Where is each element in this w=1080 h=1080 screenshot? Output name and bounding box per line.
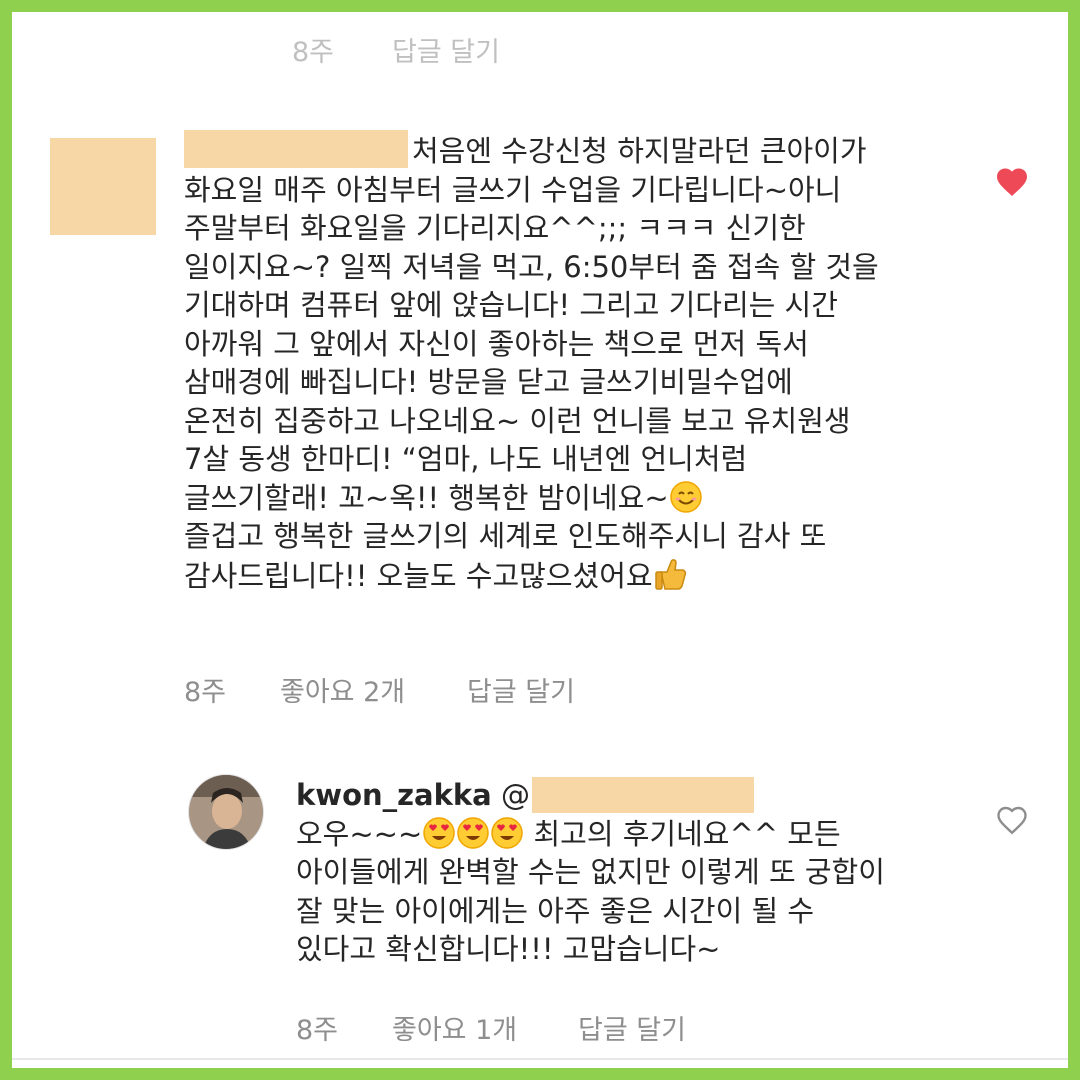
comment-line-4: 일이지요~? 일찍 저녁을 먹고, 6:50부터 줌 접속 할 것을 bbox=[184, 249, 879, 284]
reply-line-4: 있다고 확신합니다!!! 고맙습니다~ bbox=[296, 932, 721, 966]
comment-reply-link[interactable]: 답글 달기 bbox=[467, 670, 575, 709]
reply-line-1-end: 최고의 후기네요^^ 모든 bbox=[533, 816, 841, 851]
commenter-avatar-redacted[interactable] bbox=[50, 138, 156, 235]
comment-line-1: 처음엔 수강신청 하지말라던 큰아이가 bbox=[412, 134, 867, 168]
screenshot-frame: 8주 답글 달기 처음엔 수강신청 하지말라던 큰아이가 화요일 매주 아침부터… bbox=[0, 0, 1080, 1080]
comment-line-10: 글쓰기할래! 꼬~옥!! 행복한 밤이네요~ bbox=[184, 480, 669, 515]
reply-mention-at[interactable]: @ bbox=[501, 778, 530, 812]
divider bbox=[12, 1058, 1068, 1060]
reply-username[interactable]: kwon_zakka bbox=[296, 778, 492, 812]
reply-time: 8주 bbox=[296, 1015, 339, 1046]
comment-line-12: 감사드립니다!! 오늘도 수고많으셨어요 bbox=[184, 558, 653, 593]
reply-likes[interactable]: 좋아요 1개 bbox=[392, 1008, 517, 1047]
reply-line-1-start: 오우~~~ bbox=[296, 816, 423, 851]
comment-line-7: 삼매경에 빠집니다! 방문을 닫고 글쓰기비밀수업에 bbox=[184, 365, 793, 399]
thumbs-up-emoji bbox=[653, 556, 687, 602]
reply-mention-redacted[interactable] bbox=[531, 777, 754, 813]
comment-line-3: 주말부터 화요일을 기다리지요^^;;; ㅋㅋㅋ 신기한 bbox=[184, 211, 806, 245]
comment-time: 8주 bbox=[184, 677, 227, 708]
comment-likes[interactable]: 좋아요 2개 bbox=[280, 670, 405, 709]
reply-avatar[interactable] bbox=[188, 774, 264, 850]
comment-line-5: 기대하며 컴퓨터 앞에 앉습니다! 그리고 기다리는 시간 bbox=[184, 288, 838, 322]
reply-reply-link[interactable]: 답글 달기 bbox=[578, 1008, 686, 1047]
comment-line-8: 온전히 집중하고 나오네요~ 이런 언니를 보고 유치원생 bbox=[184, 403, 851, 438]
comment-line-11: 즐겁고 행복한 글쓰기의 세계로 인도해주시니 감사 또 bbox=[184, 519, 827, 553]
heart-outline-icon[interactable] bbox=[994, 802, 1030, 838]
reply-line-2: 아이들에게 완벽할 수는 없지만 이렇게 또 궁합이 bbox=[296, 855, 885, 889]
top-reply-link[interactable]: 답글 달기 bbox=[392, 30, 500, 69]
heart-filled-icon[interactable] bbox=[994, 164, 1030, 200]
comment-line-6: 아까워 그 앞에서 자신이 좋아하는 책으로 먼저 독서 bbox=[184, 326, 809, 361]
comment-text: 처음엔 수강신청 하지말라던 큰아이가 화요일 매주 아침부터 글쓰기 수업을 … bbox=[184, 132, 984, 594]
comment-line-2: 화요일 매주 아침부터 글쓰기 수업을 기다립니다~아니 bbox=[184, 172, 842, 207]
commenter-username-redacted[interactable] bbox=[184, 130, 408, 168]
reply-text: kwon_zakka @ 오우~~~ 최고의 후기네요^^ 모든 아이들에게 완… bbox=[296, 776, 986, 969]
top-comment-time: 8주 bbox=[292, 37, 335, 68]
comment-line-9: 7살 동생 한마디! “엄마, 나도 내년엔 언니처럼 bbox=[184, 442, 748, 476]
reply-line-3: 잘 맞는 아이에게는 아주 좋은 시간이 될 수 bbox=[296, 893, 815, 928]
